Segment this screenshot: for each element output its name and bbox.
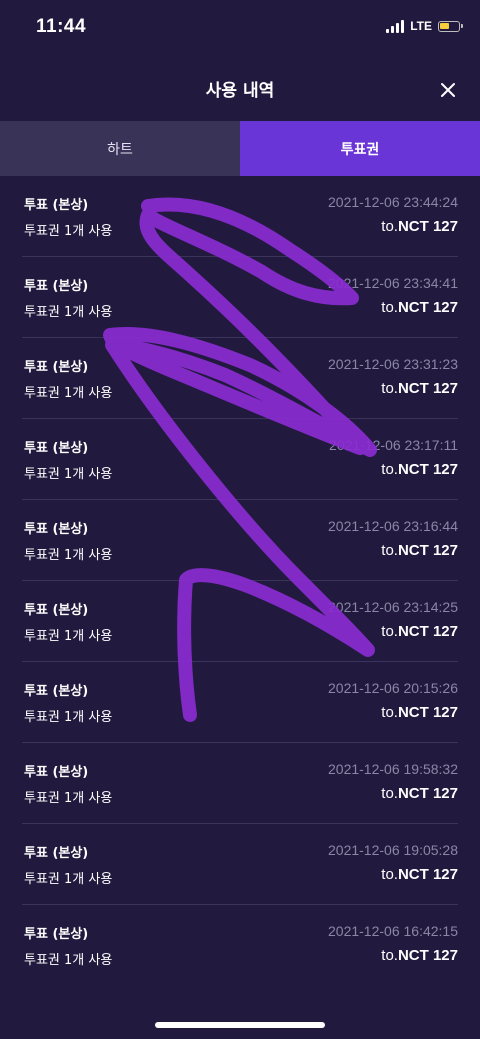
- entry-title: 투표 (본상): [24, 198, 89, 213]
- entry-timestamp: 2021-12-06 23:14:25: [328, 599, 458, 615]
- entry-title: 투표 (본상): [24, 927, 89, 942]
- entry-title: 투표 (본상): [24, 846, 89, 861]
- recipient-name: NCT 127: [397, 785, 458, 802]
- recipient-name: NCT 127: [397, 299, 458, 316]
- tab-hearts[interactable]: 하트: [0, 121, 240, 176]
- entry-title: 투표 (본상): [24, 603, 89, 618]
- entry-timestamp: 2021-12-06 23:16:44: [328, 518, 458, 534]
- list-item[interactable]: 투표 (본상) 투표권 1개 사용 2021-12-06 23:31:23 to…: [22, 338, 458, 419]
- entry-recipient: to.NCT 127: [381, 947, 458, 964]
- tab-vote-tickets[interactable]: 투표권: [240, 121, 480, 176]
- list-item[interactable]: 투표 (본상) 투표권 1개 사용 2021-12-06 19:58:32 to…: [22, 743, 458, 824]
- entry-recipient: to.NCT 127: [381, 866, 458, 883]
- entry-recipient: to.NCT 127: [381, 380, 458, 397]
- entry-title: 투표 (본상): [24, 279, 89, 294]
- list-item[interactable]: 투표 (본상) 투표권 1개 사용 2021-12-06 19:05:28 to…: [22, 824, 458, 905]
- entry-description: 투표권 1개 사용: [24, 629, 113, 644]
- recipient-prefix: to.: [381, 380, 398, 397]
- recipient-name: NCT 127: [397, 461, 458, 478]
- entry-timestamp: 2021-12-06 23:31:23: [328, 356, 458, 372]
- recipient-name: NCT 127: [397, 218, 458, 235]
- recipient-prefix: to.: [381, 542, 398, 559]
- entry-recipient: to.NCT 127: [381, 785, 458, 802]
- recipient-prefix: to.: [381, 623, 398, 640]
- entry-title: 투표 (본상): [24, 360, 89, 375]
- list-item[interactable]: 투표 (본상) 투표권 1개 사용 2021-12-06 23:14:25 to…: [22, 581, 458, 662]
- recipient-name: NCT 127: [397, 704, 458, 721]
- recipient-prefix: to.: [381, 947, 398, 964]
- list-item[interactable]: 투표 (본상) 투표권 1개 사용 2021-12-06 23:16:44 to…: [22, 500, 458, 581]
- recipient-prefix: to.: [381, 866, 398, 883]
- entry-recipient: to.NCT 127: [381, 461, 458, 478]
- status-time: 11:44: [36, 16, 87, 37]
- entry-recipient: to.NCT 127: [381, 704, 458, 721]
- list-item[interactable]: 투표 (본상) 투표권 1개 사용 2021-12-06 16:42:15 to…: [22, 905, 458, 985]
- close-icon[interactable]: [436, 78, 460, 102]
- list-item[interactable]: 투표 (본상) 투표권 1개 사용 2021-12-06 23:34:41 to…: [22, 257, 458, 338]
- recipient-name: NCT 127: [397, 542, 458, 559]
- entry-title: 투표 (본상): [24, 441, 89, 456]
- entry-description: 투표권 1개 사용: [24, 791, 113, 806]
- recipient-name: NCT 127: [397, 380, 458, 397]
- list-item[interactable]: 투표 (본상) 투표권 1개 사용 2021-12-06 23:44:24 to…: [22, 176, 458, 257]
- recipient-prefix: to.: [381, 218, 398, 235]
- tab-bar: 하트 투표권: [0, 121, 480, 176]
- entry-description: 투표권 1개 사용: [24, 386, 113, 401]
- status-indicators: LTE: [386, 19, 463, 33]
- entry-description: 투표권 1개 사용: [24, 467, 113, 482]
- entry-description: 투표권 1개 사용: [24, 548, 113, 563]
- battery-icon: [438, 20, 463, 32]
- entry-description: 투표권 1개 사용: [24, 305, 113, 320]
- entry-title: 투표 (본상): [24, 522, 89, 537]
- recipient-name: NCT 127: [397, 623, 458, 640]
- list-item[interactable]: 투표 (본상) 투표권 1개 사용 2021-12-06 23:17:11 to…: [22, 419, 458, 500]
- battery-fill: [440, 22, 449, 29]
- entry-description: 투표권 1개 사용: [24, 953, 113, 968]
- list-item[interactable]: 투표 (본상) 투표권 1개 사용 2021-12-06 20:15:26 to…: [22, 662, 458, 743]
- status-bar: 11:44 LTE: [0, 0, 480, 58]
- entry-title: 투표 (본상): [24, 684, 89, 699]
- entry-recipient: to.NCT 127: [381, 542, 458, 559]
- recipient-prefix: to.: [381, 704, 398, 721]
- entry-recipient: to.NCT 127: [381, 623, 458, 640]
- entry-description: 투표권 1개 사용: [24, 872, 113, 887]
- entry-recipient: to.NCT 127: [381, 218, 458, 235]
- signal-icon: [386, 19, 405, 33]
- usage-history-list: 투표 (본상) 투표권 1개 사용 2021-12-06 23:44:24 to…: [0, 176, 480, 985]
- entry-timestamp: 2021-12-06 16:42:15: [328, 923, 458, 939]
- recipient-name: NCT 127: [397, 866, 458, 883]
- network-label: LTE: [410, 19, 432, 33]
- header: 사용 내역: [0, 58, 480, 120]
- entry-title: 투표 (본상): [24, 765, 89, 780]
- page-title: 사용 내역: [205, 81, 275, 101]
- entry-timestamp: 2021-12-06 23:34:41: [328, 275, 458, 291]
- recipient-name: NCT 127: [397, 947, 458, 964]
- entry-recipient: to.NCT 127: [381, 299, 458, 316]
- entry-timestamp: 2021-12-06 20:15:26: [328, 680, 458, 696]
- entry-description: 투표권 1개 사용: [24, 224, 113, 239]
- entry-timestamp: 2021-12-06 23:17:11: [329, 437, 458, 453]
- entry-timestamp: 2021-12-06 23:44:24: [328, 194, 458, 210]
- recipient-prefix: to.: [381, 785, 398, 802]
- recipient-prefix: to.: [381, 461, 398, 478]
- entry-timestamp: 2021-12-06 19:05:28: [328, 842, 458, 858]
- home-indicator[interactable]: [155, 1022, 325, 1028]
- entry-description: 투표권 1개 사용: [24, 710, 113, 725]
- entry-timestamp: 2021-12-06 19:58:32: [328, 761, 458, 777]
- recipient-prefix: to.: [381, 299, 398, 316]
